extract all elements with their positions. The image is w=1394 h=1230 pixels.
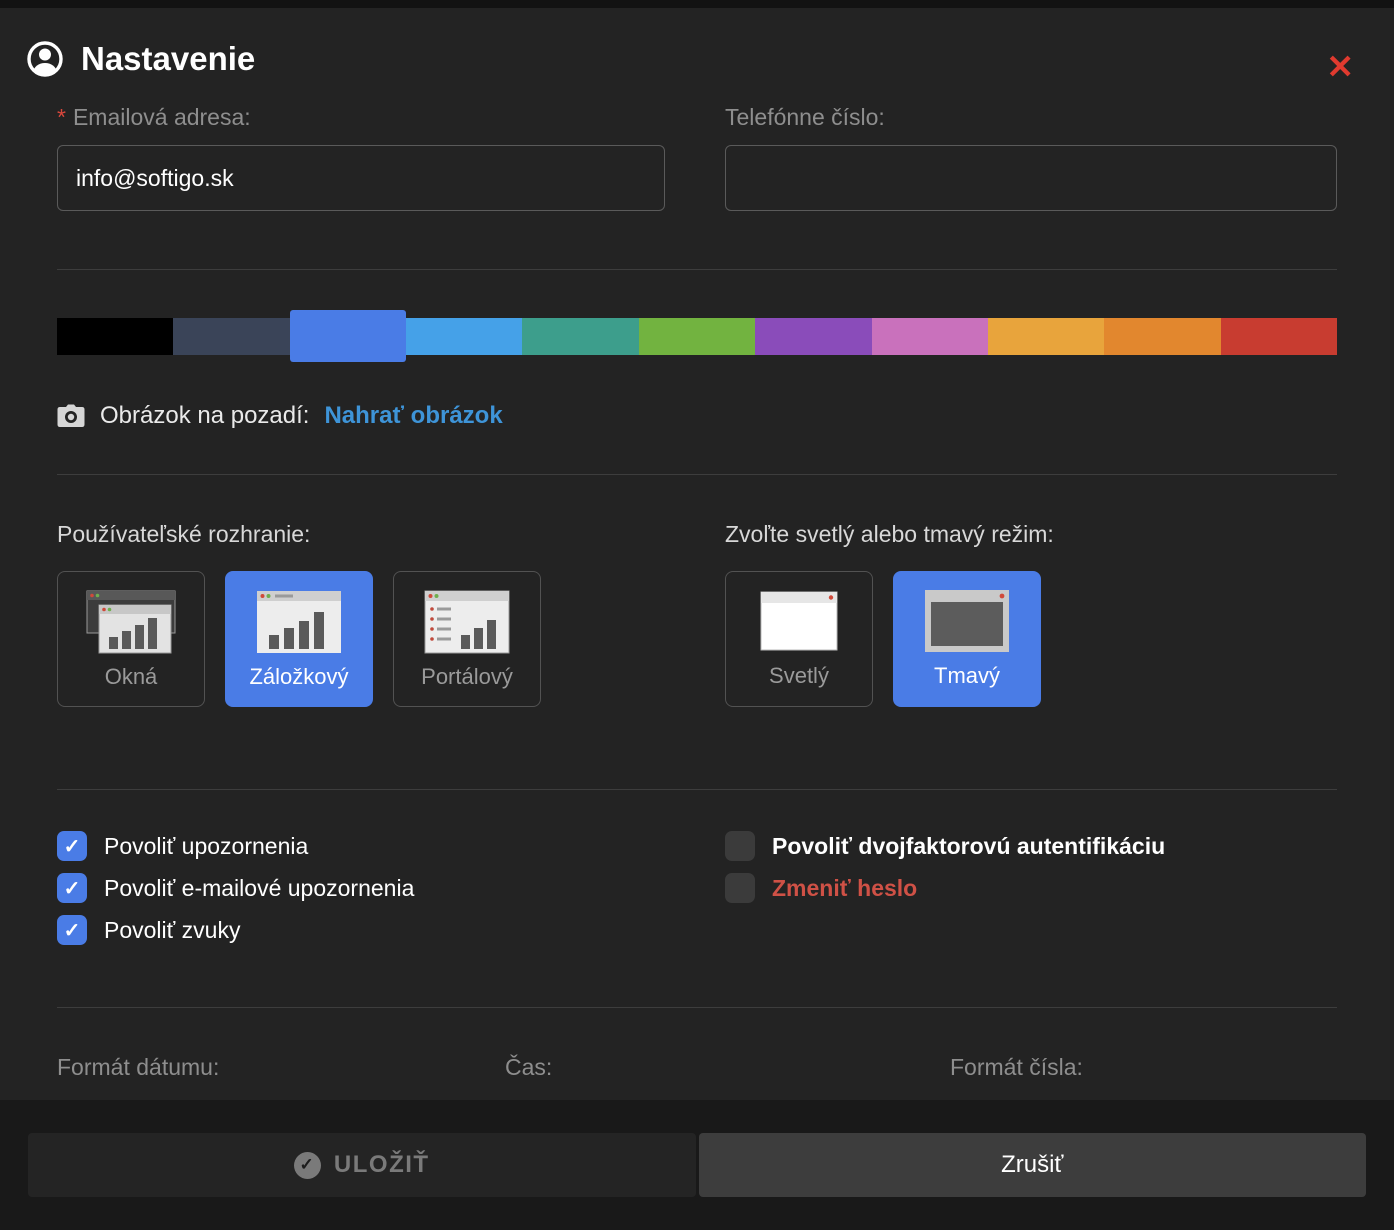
settings-dialog: Nastavenie ✕ *Emailová adresa: Telefónne… [0,0,1394,1230]
palette-swatch[interactable] [57,318,173,355]
check-circle-icon: ✓ [294,1152,321,1179]
palette-swatch[interactable] [522,318,638,355]
phone-field[interactable] [725,145,1337,211]
palette-swatch[interactable] [639,318,755,355]
checkbox-label: Povoliť dvojfaktorovú autentifikáciu [772,833,1165,860]
checkbox-checked-icon[interactable]: ✓ [57,915,87,945]
camera-icon [57,404,85,428]
dialog-content: *Emailová adresa: Telefónne číslo: [0,104,1394,1081]
notification-checkboxes: ✓ Povoliť upozornenia ✓ Povoliť e-mailov… [57,831,665,957]
theme-option-label: Svetlý [769,663,829,689]
checkbox-unchecked-icon[interactable] [725,873,755,903]
theme-color-palette [57,310,1337,362]
checkbox-row-two-factor[interactable]: Povoliť dvojfaktorovú autentifikáciu [725,831,1337,861]
phone-label: Telefónne číslo: [725,104,1337,131]
checkbox-unchecked-icon[interactable] [725,831,755,861]
palette-swatch[interactable] [872,318,988,355]
page-title: Nastavenie [81,40,255,78]
theme-mode-section: Zvoľte svetlý alebo tmavý režim: Svetlý [725,521,1337,707]
background-image-row: Obrázok na pozadí: Nahrať obrázok [57,402,1337,430]
palette-swatch[interactable] [173,318,289,355]
checkbox-row-sounds[interactable]: ✓ Povoliť zvuky [57,915,665,945]
cancel-button[interactable]: Zrušiť [699,1133,1367,1197]
portal-layout-icon [417,589,517,655]
background-image-label: Obrázok na pozadí: [100,402,309,430]
ui-layout-section: Používateľské rozhranie: [57,521,665,707]
palette-swatch[interactable] [1221,318,1337,355]
palette-swatch[interactable] [988,318,1104,355]
checkbox-row-email-notifications[interactable]: ✓ Povoliť e-mailové upozornenia [57,873,665,903]
checkbox-label: Povoliť e-mailové upozornenia [104,875,414,902]
theme-mode-label: Zvoľte svetlý alebo tmavý režim: [725,521,1337,548]
upload-image-link[interactable]: Nahrať obrázok [324,402,502,430]
theme-option-label: Tmavý [934,663,1000,689]
change-password-link[interactable]: Zmeniť heslo [772,875,917,902]
palette-swatch-selected[interactable] [290,310,406,362]
time-label: Čas: [505,1054,950,1081]
windows-layout-icon [81,589,181,655]
ui-option-portal[interactable]: Portálový [393,571,541,707]
number-format-label: Formát čísla: [950,1054,1083,1081]
close-icon[interactable]: ✕ [1326,50,1354,83]
contact-fields-row: *Emailová adresa: Telefónne číslo: [57,104,1337,211]
divider [57,789,1337,790]
phone-field-group: Telefónne číslo: [725,104,1337,211]
required-mark: * [57,104,66,130]
ui-layout-options: Okná Záložkový [57,571,665,707]
ui-option-label: Okná [105,664,158,690]
dialog-header: Nastavenie ✕ [0,8,1394,104]
ui-option-label: Záložkový [249,664,348,690]
divider [57,474,1337,475]
divider [57,1007,1337,1008]
checkbox-row-notifications[interactable]: ✓ Povoliť upozornenia [57,831,665,861]
email-label: *Emailová adresa: [57,104,665,131]
ui-option-tabbed[interactable]: Záložkový [225,571,373,707]
ui-option-windows[interactable]: Okná [57,571,205,707]
security-checkboxes: Povoliť dvojfaktorovú autentifikáciu Zme… [725,831,1337,957]
appearance-sections: Používateľské rozhranie: [57,521,1337,707]
divider [57,269,1337,270]
date-format-label: Formát dátumu: [57,1054,505,1081]
email-field[interactable] [57,145,665,211]
email-field-group: *Emailová adresa: [57,104,665,211]
tabbed-layout-icon [249,589,349,655]
notification-settings: ✓ Povoliť upozornenia ✓ Povoliť e-mailov… [57,831,1337,957]
palette-swatch[interactable] [406,318,522,355]
checkbox-checked-icon[interactable]: ✓ [57,831,87,861]
checkbox-row-change-password[interactable]: Zmeniť heslo [725,873,1337,903]
ui-option-label: Portálový [421,664,513,690]
dark-theme-icon [919,590,1015,654]
theme-mode-options: Svetlý Tmavý [725,571,1337,707]
format-labels-row: Formát dátumu: Čas: Formát čísla: [57,1054,1337,1081]
theme-option-dark[interactable]: Tmavý [893,571,1041,707]
user-icon [26,40,64,78]
backdrop-strip [0,0,1394,8]
theme-option-light[interactable]: Svetlý [725,571,873,707]
save-button-label: ULOŽIŤ [334,1151,430,1179]
dialog-footer: ✓ ULOŽIŤ Zrušiť [0,1100,1394,1230]
save-button[interactable]: ✓ ULOŽIŤ [28,1133,696,1197]
ui-layout-label: Používateľské rozhranie: [57,521,665,548]
checkbox-label: Povoliť upozornenia [104,833,308,860]
checkbox-label: Povoliť zvuky [104,917,240,944]
light-theme-icon [751,590,847,654]
palette-swatch[interactable] [1104,318,1220,355]
palette-swatch[interactable] [755,318,871,355]
checkbox-checked-icon[interactable]: ✓ [57,873,87,903]
cancel-button-label: Zrušiť [1001,1151,1063,1179]
